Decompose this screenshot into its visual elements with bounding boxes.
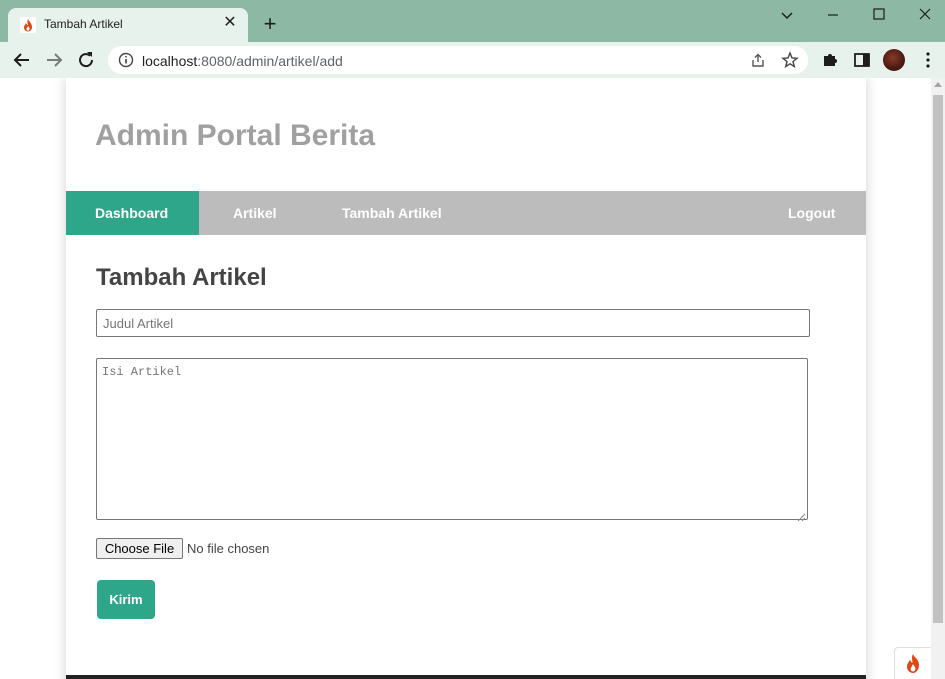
nav-item-tambah-artikel[interactable]: Tambah Artikel — [342, 191, 442, 235]
share-icon[interactable] — [749, 51, 767, 69]
chevron-down-icon — [781, 12, 793, 20]
kirim-button[interactable]: Kirim — [97, 580, 155, 619]
maximize-button[interactable] — [864, 4, 894, 26]
maximize-icon — [873, 8, 885, 20]
more-menu-icon[interactable] — [918, 50, 938, 70]
arrow-right-icon — [47, 53, 63, 67]
close-icon — [919, 8, 931, 20]
codeigniter-flame-icon — [20, 17, 36, 33]
arrow-left-icon — [13, 53, 29, 67]
choose-file-button[interactable]: Choose File — [96, 538, 183, 559]
back-button[interactable] — [10, 48, 34, 72]
reload-button[interactable] — [74, 48, 98, 72]
file-status-text: No file chosen — [187, 541, 270, 556]
profile-avatar[interactable] — [883, 49, 905, 71]
minimize-button[interactable] — [818, 4, 848, 26]
browser-toolbar: localhost:8080/admin/artikel/add — [0, 42, 945, 78]
forward-button[interactable] — [42, 48, 66, 72]
url-text[interactable]: localhost:8080/admin/artikel/add — [142, 53, 343, 69]
reload-icon — [79, 52, 94, 68]
address-bar[interactable]: localhost:8080/admin/artikel/add — [108, 46, 808, 74]
footer-bar — [66, 675, 866, 679]
main-nav: Dashboard Artikel Tambah Artikel Logout — [66, 191, 866, 235]
resize-grip-icon[interactable] — [797, 509, 806, 522]
debug-toolbar-button[interactable] — [894, 647, 931, 679]
scroll-thumb[interactable] — [933, 95, 943, 623]
page-viewport: Admin Portal Berita Dashboard Artikel Ta… — [0, 78, 931, 679]
nav-item-dashboard[interactable]: Dashboard — [66, 191, 199, 235]
browser-tab[interactable]: Tambah Artikel ✕ — [8, 8, 248, 42]
tab-search-button[interactable] — [772, 4, 802, 26]
url-path: :8080/admin/artikel/add — [197, 53, 343, 69]
new-tab-button[interactable]: + — [259, 13, 281, 35]
scroll-up-arrow-icon[interactable] — [934, 82, 942, 87]
browser-tab-strip: Tambah Artikel ✕ + — [0, 0, 945, 42]
page-container: Admin Portal Berita Dashboard Artikel Ta… — [66, 78, 866, 679]
close-window-button[interactable] — [910, 4, 940, 26]
browser-tab-title: Tambah Artikel — [44, 17, 123, 31]
judul-artikel-input[interactable] — [96, 309, 810, 337]
nav-item-logout[interactable]: Logout — [788, 191, 835, 235]
bookmark-star-icon[interactable] — [781, 51, 799, 69]
isi-artikel-textarea[interactable] — [96, 358, 808, 520]
scrollbar[interactable] — [931, 78, 945, 679]
extensions-puzzle-icon[interactable] — [820, 50, 840, 70]
tab-close-icon[interactable]: ✕ — [220, 13, 240, 33]
info-icon[interactable] — [118, 52, 134, 68]
minimize-icon — [828, 14, 838, 16]
side-panel-icon[interactable] — [852, 50, 872, 70]
nav-item-artikel[interactable]: Artikel — [233, 191, 277, 235]
url-host: localhost — [142, 53, 198, 69]
page-heading: Tambah Artikel — [96, 264, 267, 291]
site-title: Admin Portal Berita — [95, 119, 376, 152]
codeigniter-flame-icon — [907, 654, 919, 673]
